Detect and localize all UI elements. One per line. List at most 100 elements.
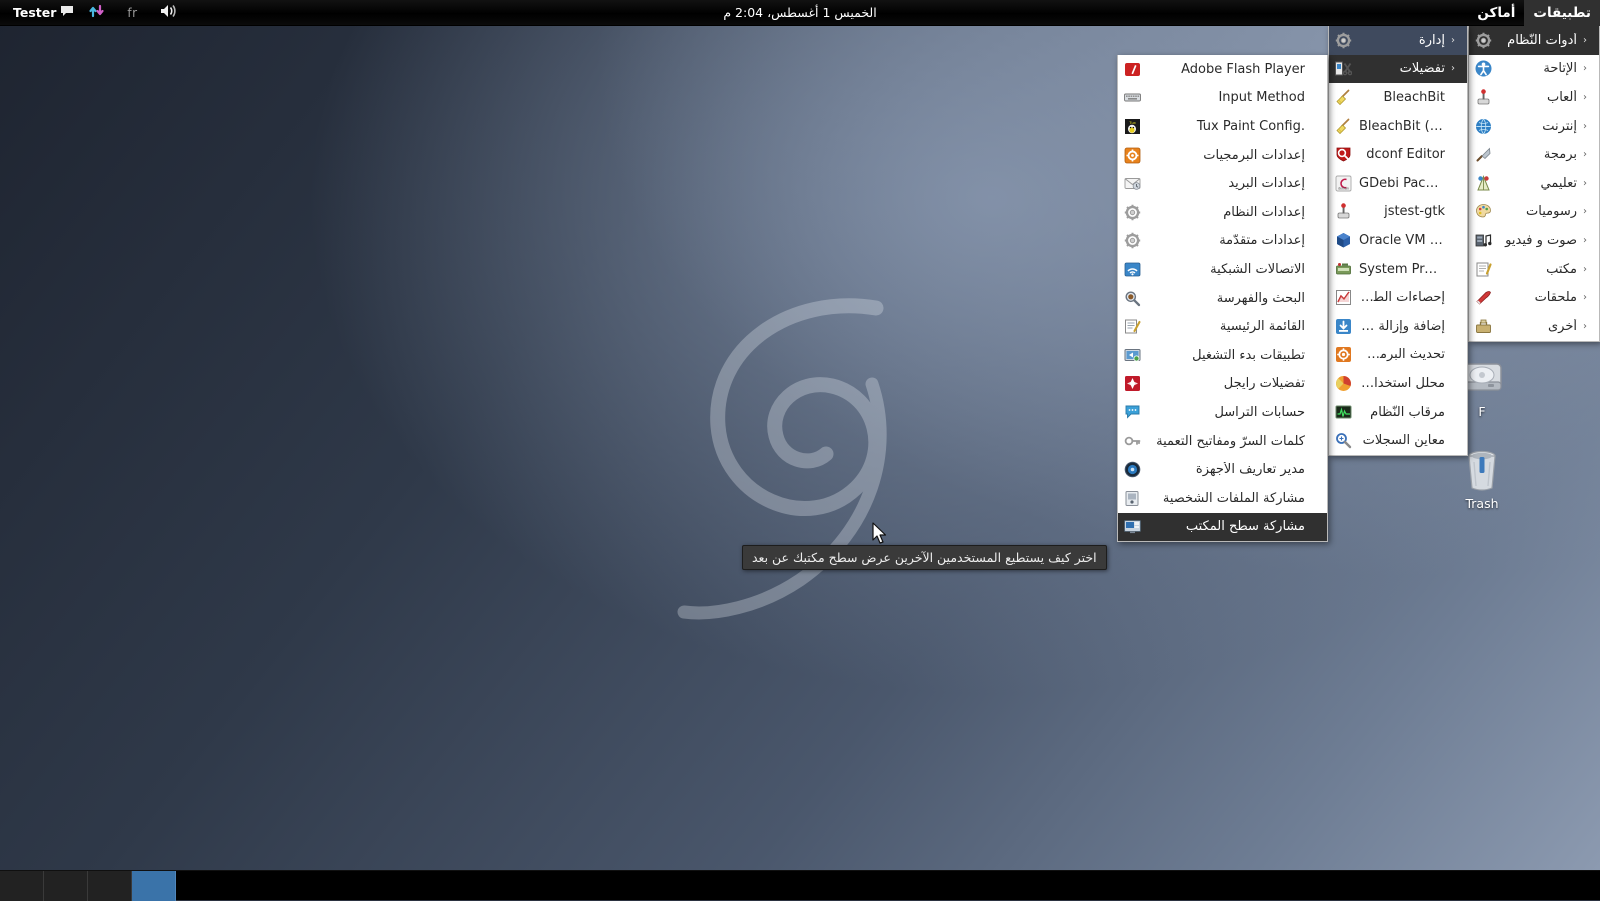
office-icon [1474, 260, 1493, 279]
menu-item[interactable]: ‹ إنترنت [1469, 112, 1599, 141]
menu-item[interactable]: ‹الاتصالات الشبكية [1118, 255, 1327, 284]
applications-menu[interactable]: ‹أدوات النّظام‹الإتاحة‹ألعاب‹إنترنت‹برمج… [1468, 26, 1600, 342]
menu-item-label: برمجة [1499, 147, 1577, 162]
menu-item[interactable]: ‹إعدادات متقدّمة [1118, 227, 1327, 256]
menu-item[interactable]: ‹محلّل استخدام القرص [1329, 369, 1467, 398]
user-menu-button[interactable]: Tester [6, 0, 81, 26]
clock[interactable]: الخميس 1 أغسطس، 2:04 م [723, 5, 876, 20]
chevron-left-icon: ‹ [1583, 206, 1592, 217]
menu-item-label: مشاركة سطح المكتب [1148, 519, 1305, 534]
menu-item-label: الاتصالات الشبكية [1148, 262, 1305, 277]
menu-item[interactable]: ‹GDebi Package Installerdebian [1329, 169, 1467, 198]
menu-item[interactable]: ‹مرقاب النّظام [1329, 398, 1467, 427]
menu-item[interactable]: ‹ملحقات [1469, 283, 1599, 312]
menu-item[interactable]: ‹jstest-gtk [1329, 198, 1467, 227]
menu-item[interactable]: ‹مشاركة سطح المكتب [1118, 513, 1327, 542]
menubar-places[interactable]: أماكن [1468, 0, 1524, 26]
menu-item[interactable]: ‹القائمة الرئيسية [1118, 312, 1327, 341]
menu-item[interactable]: ‹معاين السجلات [1329, 426, 1467, 455]
menu-item[interactable]: ‹رسوميات [1469, 198, 1599, 227]
desktop-sharing-icon [1123, 517, 1142, 536]
menu-item-label: إعدادات البرمجيات [1148, 148, 1305, 163]
workspace-cell[interactable] [88, 871, 132, 901]
menu-item-label: الإتاحة [1499, 61, 1577, 76]
top-panel[interactable]: Tester fr الخمي [0, 0, 1600, 26]
menu-item[interactable]: ‹البحث والفهرسة [1118, 284, 1327, 313]
network-status-button[interactable] [81, 0, 113, 26]
menu-item-label: ملحقات [1499, 290, 1577, 305]
menu-item[interactable]: ‹مكتب [1469, 255, 1599, 284]
menu-item[interactable]: ‹BleachBit (as root) [1329, 112, 1467, 141]
menu-item[interactable]: ‹إعدادات البرمجيات [1118, 141, 1327, 170]
menu-item[interactable]: ‹BleachBit [1329, 83, 1467, 112]
keyboard-icon [1123, 88, 1142, 107]
menu-item[interactable]: ‹System Profiler and Benchmark [1329, 255, 1467, 284]
preferences-submenu[interactable]: ‹Adobe Flash Player‹Input Method‹Tux Pai… [1117, 55, 1328, 542]
flash-icon [1123, 60, 1142, 79]
workspace-cell[interactable] [44, 871, 88, 901]
menubar-applications[interactable]: تطبيقات [1524, 0, 1600, 26]
menu-item[interactable]: ‹ألعاب [1469, 83, 1599, 112]
menu-item[interactable]: ‹dconf Editor [1329, 140, 1467, 169]
menu-item-label: كلمات السرّ ومفاتيح التعمية [1148, 434, 1305, 449]
menu-item[interactable]: ‹إعدادات البريد [1118, 169, 1327, 198]
main-menu-icon [1123, 317, 1142, 336]
menu-item[interactable]: ‹ برمجة [1469, 140, 1599, 169]
menu-item[interactable]: ‹إضافة وإزالة البرمجيات [1329, 312, 1467, 341]
debian-icon: debian [1334, 174, 1353, 193]
chevron-left-icon: ‹ [1583, 35, 1592, 46]
bottom-panel[interactable] [0, 870, 1600, 900]
menu-item[interactable]: ‹الإتاحة [1469, 55, 1599, 84]
svg-text:debian: debian [1338, 186, 1349, 190]
menu-item-label: System Profiler and Benchmark [1359, 262, 1445, 277]
menu-item-label: صوت و فيديو [1499, 233, 1577, 248]
file-sharing-icon [1123, 489, 1142, 508]
chevron-left-icon: ‹ [1583, 178, 1592, 189]
gear-icon [1123, 203, 1142, 222]
menu-item[interactable]: ‹إدارة [1329, 26, 1467, 55]
menu-item[interactable]: ‹Tux Paint Config.Tux [1118, 112, 1327, 141]
keyboard-layout-indicator[interactable]: fr [113, 6, 151, 20]
menu-item[interactable]: ‹حسابات التراسل [1118, 398, 1327, 427]
clock-container: الخميس 1 أغسطس، 2:04 م [0, 5, 1600, 20]
menu-item[interactable]: ‹ صوت و فيديو [1469, 226, 1599, 255]
chevron-left-icon: ‹ [1583, 149, 1592, 160]
menu-item[interactable]: ‹تعليمي [1469, 169, 1599, 198]
menu-item[interactable]: ‹تحديث البرمجيات [1329, 341, 1467, 370]
menu-item-label: تحديث البرمجيات [1359, 347, 1445, 362]
volume-button[interactable] [152, 0, 186, 26]
software-add-icon [1334, 317, 1353, 336]
chevron-left-icon: ‹ [1583, 121, 1592, 132]
desktop-sharing-tooltip: اختر كيف يستطيع المستخدمين الآخرين عرض س… [742, 545, 1107, 570]
menu-item-label: إنترنت [1499, 119, 1577, 134]
menu-item[interactable]: ‹مدير تعاريف الأجهزة [1118, 455, 1327, 484]
menu-item-label: البحث والفهرسة [1148, 291, 1305, 306]
profiler-icon [1334, 260, 1353, 279]
im-accounts-icon [1123, 403, 1142, 422]
menu-item[interactable]: ‹تفضيلات [1329, 55, 1467, 84]
menu-item[interactable]: ‹كلمات السرّ ومفاتيح التعمية [1118, 427, 1327, 456]
menu-item-label: BleachBit [1359, 90, 1445, 105]
menu-item[interactable]: ‹أخرى [1469, 312, 1599, 341]
menu-item[interactable]: ‹تفضيلات رايجل [1118, 370, 1327, 399]
chevron-left-icon: ‹ [1583, 235, 1592, 246]
menu-item[interactable]: ‹إعدادات النظام [1118, 198, 1327, 227]
system-tools-submenu[interactable]: ‹إدارة‹تفضيلات‹BleachBit‹BleachBit (as r… [1328, 26, 1468, 456]
desktop-icon-label: Trash [1436, 496, 1528, 511]
chevron-left-icon: ‹ [1583, 264, 1592, 275]
menu-item[interactable]: ‹Input Method [1118, 84, 1327, 113]
workspace-cell[interactable] [0, 871, 44, 901]
virtualbox-icon [1334, 231, 1353, 250]
window-list[interactable] [176, 871, 1600, 901]
workspace-cell[interactable] [132, 871, 176, 901]
menu-item[interactable]: ‹مشاركة الملفات الشخصية [1118, 484, 1327, 513]
menu-item-label: محلّل استخدام القرص [1359, 376, 1445, 391]
menu-item[interactable]: ‹أدوات النّظام [1469, 26, 1599, 55]
menu-item[interactable]: ‹Oracle VM VirtualBox [1329, 226, 1467, 255]
menu-item[interactable]: ‹Adobe Flash Player [1118, 55, 1327, 84]
keyring-icon [1123, 432, 1142, 451]
palette-icon [1474, 202, 1493, 221]
menu-item[interactable]: ‹تطبيقات بدء التشغيل [1118, 341, 1327, 370]
menu-item[interactable]: ‹إحصاءات الطاقة [1329, 283, 1467, 312]
workspace-switcher[interactable] [0, 871, 176, 901]
